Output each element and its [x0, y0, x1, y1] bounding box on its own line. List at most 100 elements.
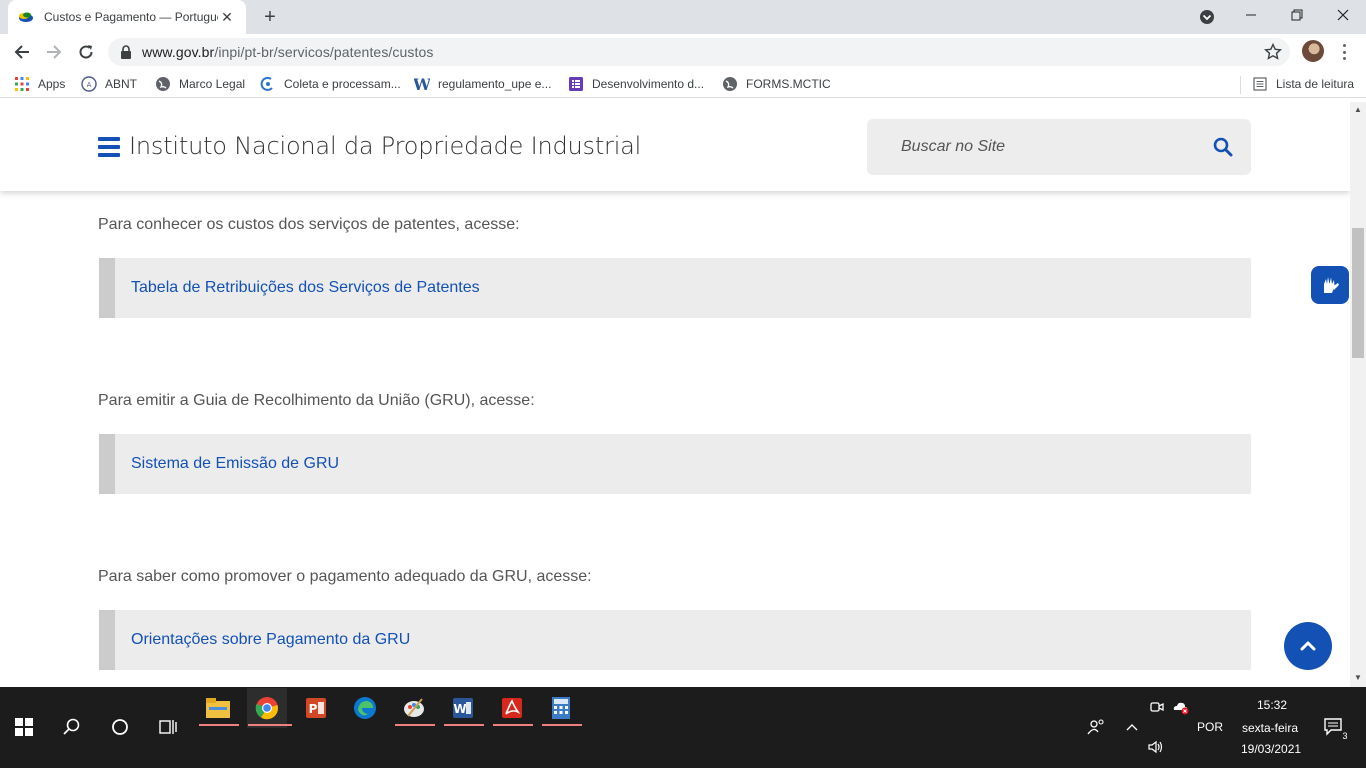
bookmark-abnt[interactable]: A ABNT	[81, 75, 137, 93]
notification-count: 3	[1339, 730, 1351, 742]
windows-start-icon[interactable]	[4, 707, 44, 747]
people-icon[interactable]	[1076, 707, 1116, 747]
task-view-icon[interactable]	[148, 707, 188, 747]
svg-text:P: P	[309, 702, 318, 716]
forward-arrow-icon[interactable]	[42, 40, 66, 64]
url-text: www.gov.br/inpi/pt-br/servicos/patentes/…	[142, 44, 433, 60]
minimize-icon[interactable]	[1228, 0, 1274, 30]
globe-icon	[155, 76, 171, 92]
bookmark-label: FORMS.MCTIC	[746, 77, 831, 91]
gov-br-favicon-icon	[19, 12, 33, 22]
powerpoint-icon[interactable]: P	[296, 688, 336, 728]
bookmark-apps[interactable]: Apps	[14, 75, 65, 93]
clock-time[interactable]: 15:32	[1257, 698, 1287, 712]
app-running-indicator	[493, 724, 533, 726]
browser-toolbar: www.gov.br/inpi/pt-br/servicos/patentes/…	[0, 34, 1366, 70]
back-arrow-icon[interactable]	[10, 40, 34, 64]
close-tab-icon[interactable]: ✕	[218, 8, 236, 26]
active-tab[interactable]: Custos e Pagamento — Português ✕	[8, 0, 246, 34]
tab-search-icon[interactable]	[1198, 8, 1216, 26]
section-intro: Para conhecer os custos dos serviços de …	[98, 216, 520, 233]
url-host: www.gov.br	[142, 44, 215, 60]
site-title[interactable]: Instituto Nacional da Propriedade Indust…	[129, 132, 641, 160]
site-search	[867, 119, 1251, 175]
tab-title: Custos e Pagamento — Português	[44, 10, 218, 24]
apps-grid-icon	[14, 76, 30, 92]
bookmark-desenvolvimento[interactable]: Desenvolvimento d...	[568, 75, 704, 93]
new-tab-button[interactable]: +	[258, 5, 282, 29]
bookmarks-bar: Apps A ABNT Marco Legal Coleta e process…	[0, 70, 1366, 98]
clock-day[interactable]: sexta-feira	[1242, 721, 1298, 735]
paint-icon[interactable]	[394, 688, 434, 728]
bookmark-marco-legal[interactable]: Marco Legal	[155, 75, 245, 93]
link-tabela-retribuicoes[interactable]: Tabela de Retribuições dos Serviços de P…	[131, 279, 480, 297]
input-language[interactable]: POR	[1197, 720, 1223, 734]
bookmark-coleta[interactable]: Coleta e processam...	[260, 75, 401, 93]
search-icon[interactable]	[1213, 137, 1233, 157]
svg-text:A: A	[87, 81, 92, 89]
restore-icon[interactable]	[1274, 0, 1320, 30]
vlibras-accessibility-icon[interactable]	[1311, 266, 1349, 304]
edge-icon[interactable]	[345, 688, 385, 728]
bookmark-label: regulamento_upe e...	[438, 77, 552, 91]
onedrive-error-icon[interactable]	[1170, 687, 1192, 727]
bookmark-label: Coleta e processam...	[284, 77, 401, 91]
link-sistema-gru[interactable]: Sistema de Emissão de GRU	[131, 455, 339, 473]
windows-taskbar: P W POR 15:32 sexta-feira 19/03/2021 3	[0, 687, 1366, 768]
bookmark-label: Apps	[38, 77, 66, 91]
close-window-icon[interactable]	[1320, 0, 1366, 30]
section-intro: Para saber como promover o pagamento ade…	[98, 568, 592, 585]
bookmarks-separator	[1240, 76, 1241, 94]
volume-icon[interactable]	[1138, 727, 1174, 767]
app-running-indicator	[199, 724, 239, 726]
word-w-icon: W	[414, 76, 430, 92]
reading-list-label: Lista de leitura	[1276, 77, 1355, 91]
section-intro: Para emitir a Guia de Recolhimento da Un…	[98, 392, 535, 409]
globe-icon	[722, 76, 738, 92]
coleta-icon	[260, 76, 276, 92]
reading-list-button[interactable]: Lista de leitura	[1252, 75, 1354, 93]
chrome-icon[interactable]	[247, 688, 287, 728]
forms-icon	[568, 76, 584, 92]
browser-menu-icon[interactable]	[1336, 42, 1352, 62]
cortana-icon[interactable]	[100, 707, 140, 747]
page-scrollbar[interactable]: ▲ ▼	[1350, 102, 1366, 687]
bookmark-regulamento[interactable]: W regulamento_upe e...	[414, 75, 551, 93]
acrobat-icon[interactable]	[492, 688, 532, 728]
scroll-down-arrow-icon[interactable]: ▼	[1354, 674, 1362, 682]
app-running-indicator	[542, 724, 582, 726]
search-icon[interactable]	[52, 707, 92, 747]
search-input[interactable]	[867, 119, 1207, 175]
bookmark-label: ABNT	[105, 77, 138, 91]
clock-date[interactable]: 19/03/2021	[1241, 742, 1301, 756]
app-active-indicator	[248, 724, 292, 726]
address-bar[interactable]: www.gov.br/inpi/pt-br/servicos/patentes/…	[108, 38, 1290, 66]
bookmark-forms-mctic[interactable]: FORMS.MCTIC	[722, 75, 831, 93]
reload-icon[interactable]	[74, 40, 98, 64]
app-running-indicator	[444, 724, 484, 726]
bookmark-star-icon[interactable]	[1264, 43, 1282, 61]
reading-list-icon	[1252, 76, 1268, 92]
app-running-indicator	[395, 724, 435, 726]
word-icon[interactable]: W	[443, 688, 483, 728]
calculator-icon[interactable]	[541, 688, 581, 728]
meet-now-icon[interactable]	[1146, 687, 1168, 727]
notifications-icon[interactable]: 3	[1314, 707, 1354, 747]
svg-text:W: W	[414, 76, 430, 92]
link-box: Sistema de Emissão de GRU	[99, 434, 1251, 494]
scrollbar-thumb[interactable]	[1352, 228, 1364, 358]
back-to-top-button[interactable]	[1284, 622, 1332, 670]
profile-avatar[interactable]	[1302, 40, 1324, 62]
link-box: Orientações sobre Pagamento da GRU	[99, 610, 1251, 670]
link-box: Tabela de Retribuições dos Serviços de P…	[99, 258, 1251, 318]
file-explorer-icon[interactable]	[198, 688, 238, 728]
site-header: Instituto Nacional da Propriedade Indust…	[0, 102, 1350, 191]
scroll-up-arrow-icon[interactable]: ▲	[1354, 106, 1362, 114]
web-page: Instituto Nacional da Propriedade Indust…	[0, 102, 1350, 687]
bookmark-label: Desenvolvimento d...	[592, 77, 705, 91]
hamburger-menu-icon[interactable]	[98, 137, 120, 157]
lock-icon[interactable]	[120, 45, 132, 59]
link-orientacoes-pagamento[interactable]: Orientações sobre Pagamento da GRU	[131, 631, 410, 649]
abnt-icon: A	[81, 76, 97, 92]
svg-text:W: W	[453, 702, 466, 716]
